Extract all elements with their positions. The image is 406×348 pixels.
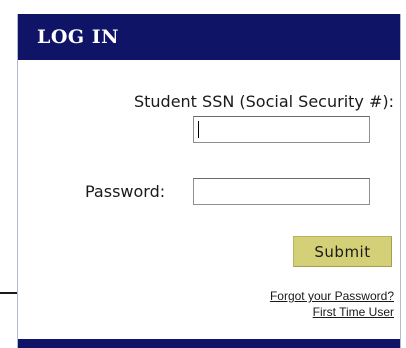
divider-line <box>0 292 17 294</box>
login-title: LOG IN <box>37 26 120 48</box>
submit-button[interactable]: Submit <box>293 236 392 267</box>
password-input[interactable] <box>193 178 370 205</box>
footer-bar <box>18 339 400 348</box>
first-time-user-link[interactable]: First Time User <box>313 305 394 319</box>
text-cursor <box>198 121 199 138</box>
ssn-input[interactable] <box>193 116 370 143</box>
ssn-label: Student SSN (Social Security #): <box>133 92 394 111</box>
login-panel: LOG IN Student SSN (Social Security #): … <box>17 14 401 348</box>
password-label: Password: <box>85 182 166 201</box>
forgot-password-link[interactable]: Forgot your Password? <box>270 289 394 303</box>
login-header: LOG IN <box>18 14 400 60</box>
